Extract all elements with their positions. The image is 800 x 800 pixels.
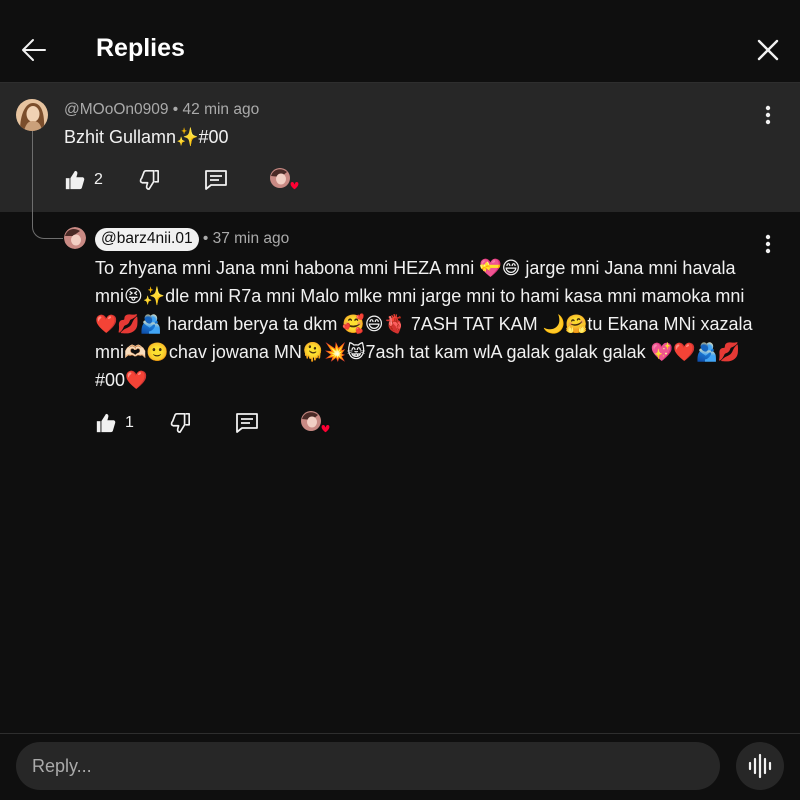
avatar[interactable]	[64, 227, 86, 249]
comment-time: • 42 min ago	[168, 101, 260, 118]
like-button[interactable]: 2	[64, 169, 103, 191]
comment-icon	[236, 413, 258, 433]
more-vert-icon	[765, 234, 771, 254]
like-count: 1	[125, 414, 134, 431]
thumbs-up-icon	[96, 413, 116, 433]
reply-input[interactable]	[16, 742, 720, 790]
comment-author[interactable]: @barz4nii.01	[95, 228, 199, 251]
comment-meta: @MOoOn0909 • 42 min ago	[64, 101, 259, 119]
reply-button[interactable]	[235, 412, 259, 434]
creator-heart	[268, 167, 302, 195]
arrow-left-icon	[22, 39, 46, 61]
voice-search-icon	[748, 753, 772, 779]
comment-text: Bzhit Gullamn✨#00	[64, 127, 229, 147]
header: Replies	[0, 0, 800, 82]
thread-connector	[32, 131, 63, 239]
creator-heart-icon	[270, 168, 300, 191]
thumbs-up-icon	[65, 170, 85, 190]
like-count: 2	[94, 171, 103, 188]
creator-heart-icon	[301, 411, 331, 434]
close-button[interactable]	[748, 30, 788, 70]
comment-author[interactable]: @MOoOn0909	[64, 101, 168, 118]
comment-time: • 37 min ago	[198, 230, 290, 247]
thumbs-down-icon	[139, 170, 159, 190]
dislike-button[interactable]	[169, 412, 191, 434]
more-options-button[interactable]	[753, 100, 783, 130]
close-icon	[757, 39, 779, 61]
back-button[interactable]	[14, 30, 54, 70]
like-button[interactable]: 1	[95, 412, 134, 434]
page-title: Replies	[96, 34, 185, 62]
parent-comment: @MOoOn0909 • 42 min ago Bzhit Gullamn✨#0…	[0, 83, 800, 212]
reply-button[interactable]	[204, 169, 228, 191]
avatar[interactable]	[16, 99, 48, 131]
footer-divider	[0, 733, 800, 734]
dislike-button[interactable]	[138, 169, 160, 191]
voice-button[interactable]	[736, 742, 784, 790]
comment-icon	[205, 170, 227, 190]
creator-heart	[299, 410, 333, 438]
thumbs-down-icon	[170, 413, 190, 433]
more-vert-icon	[765, 105, 771, 125]
more-options-button[interactable]	[753, 229, 783, 259]
comment-text: To zhyana mni Jana mni habona mni HEZA m…	[95, 258, 753, 390]
comment-meta: @barz4nii.01 • 37 min ago	[95, 228, 289, 251]
